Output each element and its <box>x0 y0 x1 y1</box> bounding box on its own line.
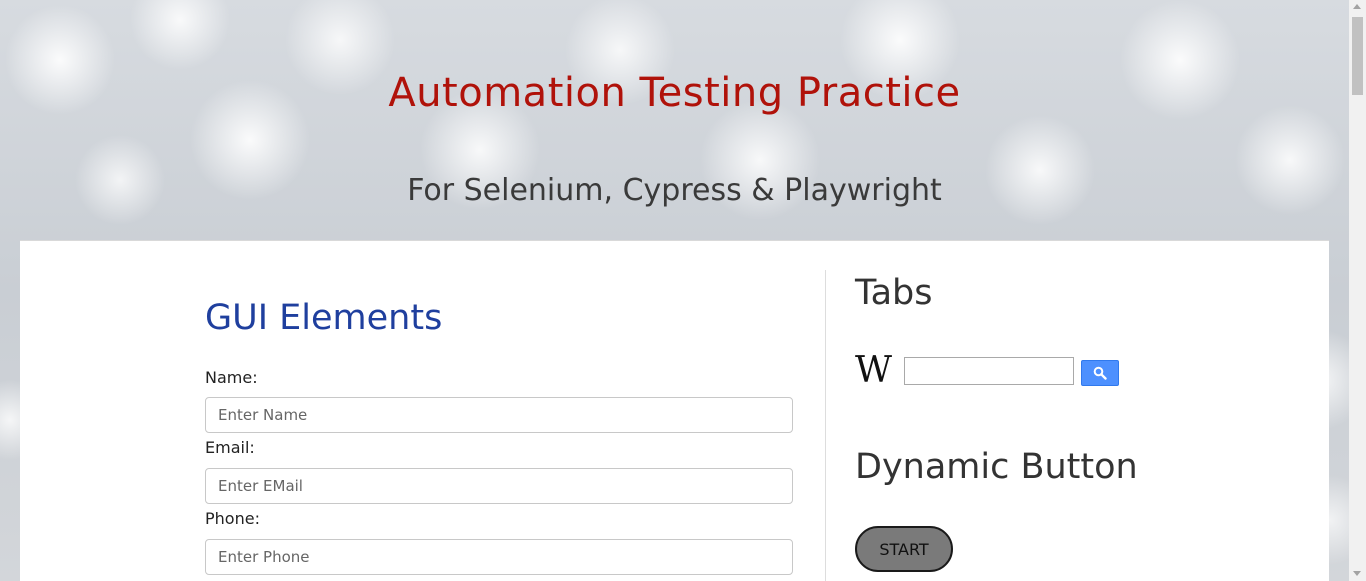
phone-input[interactable] <box>205 539 793 575</box>
wikipedia-logo-icon: W <box>855 350 893 391</box>
name-input[interactable] <box>205 397 793 433</box>
wikipedia-search-input[interactable] <box>904 357 1074 385</box>
wikipedia-search-button[interactable] <box>1081 360 1119 386</box>
scrollbar-thumb[interactable] <box>1352 17 1363 95</box>
column-divider <box>825 270 826 581</box>
page-scrollbar[interactable] <box>1349 0 1366 581</box>
scroll-up-arrow-icon[interactable] <box>1353 4 1361 9</box>
site-header: Automation Testing Practice For Selenium… <box>0 0 1349 240</box>
search-icon <box>1093 366 1107 380</box>
email-input[interactable] <box>205 468 793 504</box>
email-label: Email: <box>205 438 255 457</box>
tabs-heading: Tabs <box>855 273 933 313</box>
scroll-down-arrow-icon[interactable] <box>1353 571 1361 576</box>
dynamic-button-heading: Dynamic Button <box>855 447 1138 487</box>
start-button[interactable]: START <box>855 526 953 572</box>
phone-label: Phone: <box>205 509 260 528</box>
site-title: Automation Testing Practice <box>388 70 961 116</box>
gui-elements-heading: GUI Elements <box>205 298 443 338</box>
name-label: Name: <box>205 368 258 387</box>
site-subtitle: For Selenium, Cypress & Playwright <box>407 173 942 208</box>
